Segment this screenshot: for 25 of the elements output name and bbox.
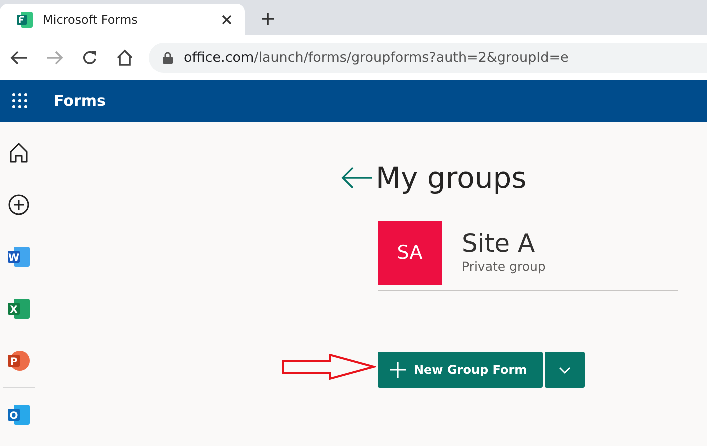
add-icon[interactable] bbox=[8, 194, 30, 216]
group-avatar: SA bbox=[378, 221, 442, 285]
new-group-form-button[interactable]: New Group Form bbox=[378, 352, 543, 388]
browser-tab[interactable]: Microsoft Forms bbox=[0, 4, 245, 35]
home-icon[interactable] bbox=[8, 142, 30, 164]
group-name: Site A bbox=[462, 229, 536, 259]
group-item[interactable]: SA Site A Private group bbox=[378, 221, 678, 291]
page-title: My groups bbox=[376, 160, 527, 196]
url-text: office.com/launch/forms/groupforms?auth=2&groupId=e bbox=[184, 50, 569, 66]
plus-icon bbox=[390, 362, 406, 378]
lock-icon bbox=[163, 52, 173, 64]
address-field[interactable]: office.com/launch/forms/groupforms?auth=2&groupId=e bbox=[149, 42, 707, 72]
tab-title: Microsoft Forms bbox=[43, 12, 139, 26]
powerpoint-icon[interactable]: P bbox=[8, 350, 30, 372]
app-name[interactable]: Forms bbox=[54, 92, 106, 110]
caret-icon bbox=[559, 366, 571, 374]
reload-icon[interactable] bbox=[82, 50, 98, 66]
home-icon[interactable] bbox=[116, 48, 134, 66]
back-icon[interactable] bbox=[10, 50, 28, 66]
app-launcher-icon[interactable] bbox=[12, 93, 28, 109]
close-icon[interactable] bbox=[221, 14, 233, 26]
group-type: Private group bbox=[462, 259, 546, 274]
forms-logo-icon bbox=[16, 10, 34, 28]
back-arrow-icon[interactable] bbox=[341, 166, 373, 190]
new-tab-icon[interactable] bbox=[261, 12, 275, 26]
